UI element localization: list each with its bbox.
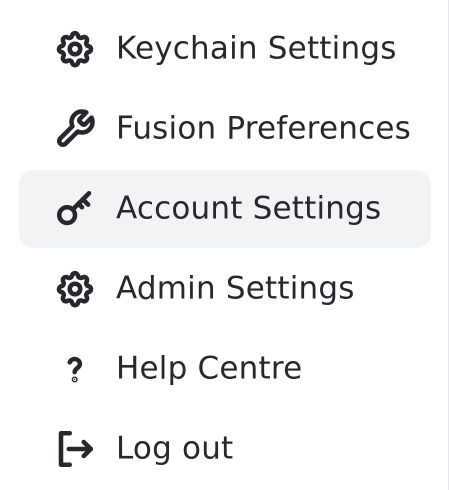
menu-item-label: Account Settings [116, 190, 382, 227]
key-icon [53, 187, 97, 231]
account-dropdown-menu: Keychain Settings Fusion Preferences Acc… [0, 0, 449, 490]
menu-item-fusion-preferences[interactable]: Fusion Preferences [19, 90, 431, 168]
gear-icon [53, 267, 97, 311]
question-icon [53, 347, 97, 391]
page: Keychain Settings Fusion Preferences Acc… [0, 0, 449, 490]
wrench-icon [53, 107, 97, 151]
menu-item-label: Fusion Preferences [116, 110, 411, 147]
menu-item-label: Admin Settings [116, 270, 355, 307]
menu-item-log-out[interactable]: Log out [19, 410, 431, 488]
logout-icon [53, 427, 97, 471]
menu-item-label: Log out [116, 430, 234, 467]
menu-item-admin-settings[interactable]: Admin Settings [19, 250, 431, 328]
menu-item-account-settings[interactable]: Account Settings [19, 170, 431, 248]
gear-icon [53, 27, 97, 71]
menu-item-label: Keychain Settings [116, 30, 397, 67]
menu-item-label: Help Centre [116, 350, 303, 387]
menu-item-help-centre[interactable]: Help Centre [19, 330, 431, 408]
menu-item-keychain-settings[interactable]: Keychain Settings [19, 10, 431, 88]
